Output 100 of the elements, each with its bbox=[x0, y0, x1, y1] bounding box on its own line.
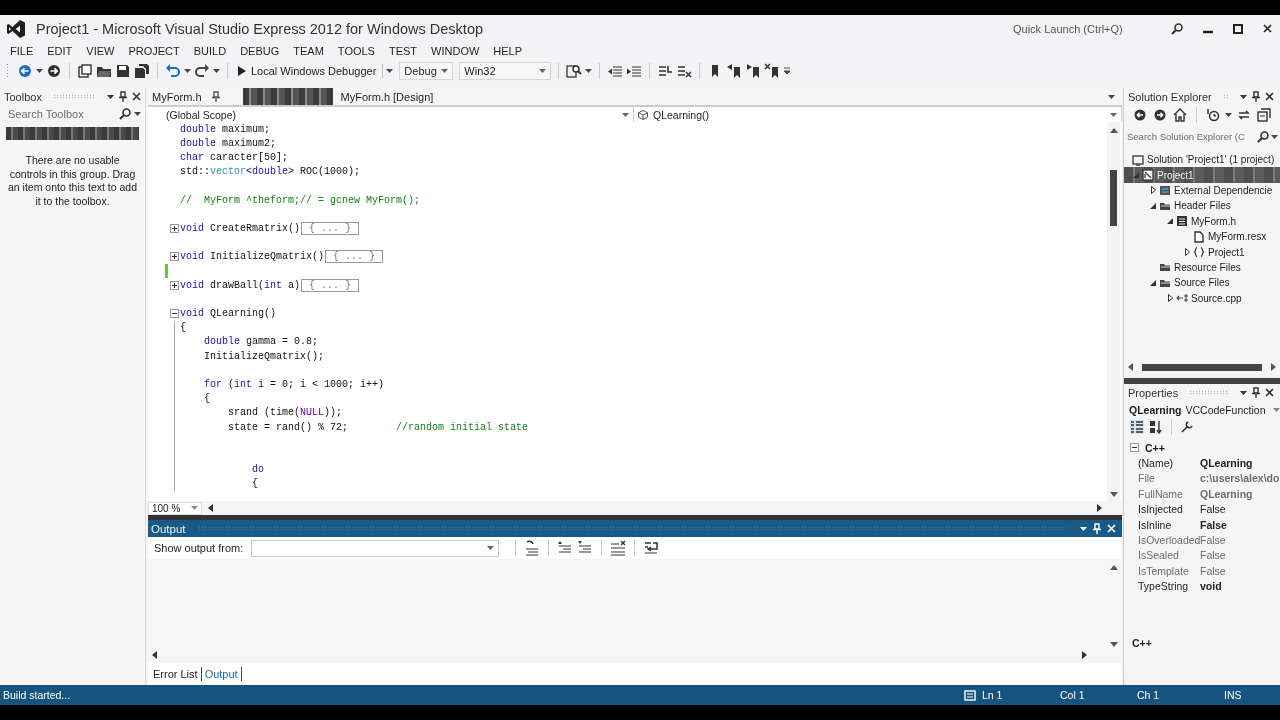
property-value[interactable]: False bbox=[1200, 564, 1226, 577]
menu-item[interactable]: FILE bbox=[3, 44, 41, 57]
caret-icon[interactable] bbox=[1240, 390, 1247, 395]
wrench-icon[interactable] bbox=[1179, 419, 1195, 435]
save-all-icon[interactable] bbox=[134, 62, 150, 79]
expand-icon[interactable] bbox=[170, 252, 179, 262]
tree-item[interactable]: MyForm.h bbox=[1124, 213, 1280, 229]
collapse-all-icon[interactable] bbox=[1256, 107, 1272, 123]
caret-icon[interactable] bbox=[107, 94, 114, 99]
previous-bookmark-icon[interactable] bbox=[726, 62, 743, 79]
caret-icon[interactable] bbox=[184, 68, 191, 73]
property-value[interactable]: False bbox=[1200, 534, 1226, 547]
caret-icon[interactable] bbox=[386, 68, 394, 73]
tree-item[interactable]: Source.cpp bbox=[1124, 290, 1280, 306]
back-icon[interactable] bbox=[1132, 107, 1148, 123]
horizontal-scrollbar[interactable] bbox=[152, 651, 1087, 659]
expand-icon[interactable] bbox=[1150, 186, 1156, 195]
collapse-icon[interactable] bbox=[1150, 279, 1156, 286]
caret-icon[interactable] bbox=[539, 68, 547, 73]
menu-item[interactable]: WINDOW bbox=[424, 44, 487, 57]
collapsed-block[interactable]: { ... } bbox=[325, 250, 384, 264]
close-icon[interactable] bbox=[1265, 92, 1274, 101]
collapse-icon[interactable] bbox=[1167, 218, 1173, 225]
alphabetical-icon[interactable] bbox=[1148, 419, 1164, 435]
collapse-icon[interactable] bbox=[170, 309, 179, 319]
pin-icon[interactable] bbox=[1252, 91, 1260, 102]
caret-icon[interactable] bbox=[1225, 113, 1232, 117]
menu-item[interactable]: TEST bbox=[381, 44, 425, 57]
property-value[interactable]: False bbox=[1200, 549, 1226, 562]
pin-icon[interactable] bbox=[1252, 387, 1260, 398]
caret-icon[interactable] bbox=[487, 546, 495, 550]
menu-item[interactable]: TEAM bbox=[286, 44, 331, 57]
maximize-icon[interactable] bbox=[1233, 23, 1243, 34]
next-bookmark-icon[interactable] bbox=[745, 62, 762, 79]
caret-icon[interactable] bbox=[1110, 112, 1117, 117]
forward-icon[interactable] bbox=[46, 62, 62, 79]
redo-icon[interactable] bbox=[194, 62, 210, 79]
menu-item[interactable]: HELP bbox=[486, 44, 530, 57]
categorized-icon[interactable] bbox=[1129, 419, 1145, 435]
document-tab[interactable]: MyForm.h [Design] bbox=[336, 88, 438, 105]
pin-icon[interactable] bbox=[119, 91, 127, 102]
caret-icon[interactable] bbox=[622, 112, 629, 117]
property-value[interactable]: False bbox=[1200, 518, 1227, 531]
pin-icon[interactable] bbox=[211, 91, 220, 102]
menu-item[interactable]: PROJECT bbox=[121, 44, 187, 57]
menu-item[interactable]: TOOLS bbox=[330, 44, 382, 57]
menu-item[interactable]: BUILD bbox=[186, 44, 234, 57]
collapse-icon[interactable] bbox=[1150, 202, 1156, 209]
caret-icon[interactable] bbox=[441, 68, 449, 73]
close-icon[interactable] bbox=[1263, 24, 1272, 33]
find-message-icon[interactable] bbox=[524, 540, 541, 556]
tree-item[interactable]: Header Files bbox=[1124, 198, 1280, 214]
collapsed-block[interactable]: { ... } bbox=[301, 278, 360, 292]
panel-tab[interactable]: Output bbox=[201, 667, 242, 681]
search-icon[interactable] bbox=[119, 108, 131, 120]
caret-icon[interactable] bbox=[213, 68, 220, 73]
home-icon[interactable] bbox=[1172, 107, 1188, 123]
caret-icon[interactable] bbox=[585, 68, 593, 73]
previous-message-icon[interactable] bbox=[557, 540, 574, 556]
search-field[interactable]: Search Solution Explorer (C bbox=[1127, 131, 1255, 142]
undo-icon[interactable] bbox=[165, 62, 181, 79]
tree-item[interactable]: MyForm.resx bbox=[1124, 228, 1280, 245]
expand-icon[interactable] bbox=[170, 223, 179, 233]
caret-icon[interactable] bbox=[1240, 94, 1247, 99]
caret-icon[interactable] bbox=[1271, 134, 1278, 139]
tree-item[interactable]: Solution 'Project1' (1 project) bbox=[1124, 152, 1280, 168]
close-icon[interactable] bbox=[132, 92, 141, 101]
property-value[interactable]: void bbox=[1200, 580, 1222, 593]
clear-bookmarks-icon[interactable] bbox=[764, 62, 781, 79]
search-icon[interactable] bbox=[1171, 22, 1183, 35]
expand-icon[interactable] bbox=[1184, 248, 1190, 257]
property-value[interactable]: QLearning bbox=[1200, 487, 1253, 500]
output-window-icon[interactable] bbox=[964, 689, 976, 701]
tree-item[interactable]: External Dependencie bbox=[1124, 182, 1280, 199]
caret-icon[interactable] bbox=[134, 112, 141, 116]
obscured-tab[interactable] bbox=[242, 88, 333, 105]
search-field[interactable]: Search Toolbox bbox=[8, 108, 116, 120]
menu-item[interactable]: DEBUG bbox=[233, 44, 287, 57]
tree-item[interactable]: Project1 bbox=[1124, 167, 1280, 183]
tree-item[interactable]: Project1 bbox=[1124, 244, 1280, 260]
quick-launch-field[interactable]: Quick Launch (Ctrl+Q) bbox=[1013, 22, 1163, 35]
configuration-dropdown[interactable]: Debug bbox=[399, 61, 454, 80]
platform-dropdown[interactable]: Win32 bbox=[459, 61, 552, 80]
property-value[interactable]: False bbox=[1200, 503, 1226, 516]
tree-item[interactable]: Resource Files bbox=[1124, 259, 1280, 276]
caret-icon[interactable] bbox=[1108, 95, 1115, 99]
expand-icon[interactable] bbox=[170, 280, 179, 290]
collapse-icon[interactable] bbox=[1130, 443, 1139, 453]
menu-item[interactable]: EDIT bbox=[40, 44, 80, 57]
pending-changes-icon[interactable] bbox=[1205, 107, 1221, 123]
new-project-icon[interactable] bbox=[77, 62, 93, 79]
property-value[interactable]: c:\users\alex\do bbox=[1200, 472, 1280, 485]
overflow-icon[interactable] bbox=[783, 66, 792, 75]
object-selector[interactable]: QLearning VCCodeFunction bbox=[1124, 401, 1280, 418]
next-message-icon[interactable] bbox=[577, 540, 594, 556]
collapsed-block[interactable]: { ... } bbox=[301, 221, 360, 235]
zoom-dropdown[interactable]: 100 % bbox=[148, 501, 202, 515]
expand-icon[interactable] bbox=[1167, 294, 1173, 303]
close-icon[interactable] bbox=[1265, 388, 1274, 397]
tree-item[interactable]: Source Files bbox=[1124, 275, 1280, 291]
